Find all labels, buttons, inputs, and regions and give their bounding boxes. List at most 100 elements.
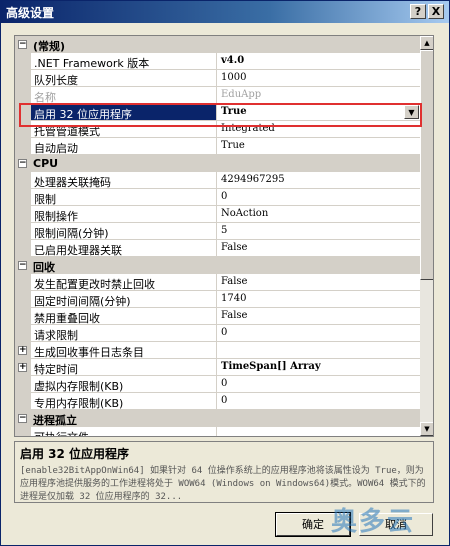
property-row[interactable]: 可执行文件 (15, 427, 420, 436)
property-row[interactable]: + 生成回收事件日志条目 (15, 342, 420, 359)
property-value[interactable]: TimeSpan[] Array (217, 359, 420, 376)
property-value[interactable]: 0 (217, 325, 420, 342)
advanced-settings-dialog: 高级设置 ? X − (常规) .NET Framework 版本 v4.0 队列长度 1… (0, 0, 450, 546)
property-value[interactable] (217, 342, 420, 359)
category-label: CPU (33, 157, 59, 170)
property-value[interactable]: 5 (217, 223, 420, 240)
vertical-scrollbar[interactable]: ▲ ▼ (420, 36, 433, 436)
property-name: 禁用重叠回收 (31, 308, 217, 325)
property-row[interactable]: 限制操作 NoAction (15, 206, 420, 223)
property-name: 队列长度 (31, 70, 217, 87)
row-gutter (15, 325, 31, 342)
property-value[interactable]: False (217, 308, 420, 325)
scroll-down-button[interactable]: ▼ (420, 422, 433, 436)
category-row[interactable]: − CPU (15, 155, 420, 172)
row-gutter (15, 172, 31, 189)
row-gutter (15, 393, 31, 410)
property-value[interactable] (217, 427, 420, 436)
description-panel: 启用 32 位应用程序 [enable32BitAppOnWin64] 如果针对… (14, 441, 434, 503)
property-name: 处理器关联掩码 (31, 172, 217, 189)
category-row[interactable]: − (常规) (15, 36, 420, 53)
expand-icon[interactable]: + (18, 363, 27, 372)
title-bar[interactable]: 高级设置 ? X (1, 1, 449, 23)
property-name: 名称 (31, 87, 217, 104)
row-gutter (15, 427, 31, 436)
property-row[interactable]: + 特定时间 TimeSpan[] Array (15, 359, 420, 376)
property-row[interactable]: 已启用处理器关联 False (15, 240, 420, 257)
collapse-icon[interactable]: − (18, 414, 27, 423)
row-gutter (15, 206, 31, 223)
property-name: 固定时间间隔(分钟) (31, 291, 217, 308)
property-grid[interactable]: − (常规) .NET Framework 版本 v4.0 队列长度 1000 名称 EduA… (14, 35, 434, 437)
property-row[interactable]: 请求限制 0 (15, 325, 420, 342)
property-row[interactable]: 名称 EduApp (15, 87, 420, 104)
property-row[interactable]: 队列长度 1000 (15, 70, 420, 87)
watermark-logo: 奥多云 (331, 507, 416, 537)
row-gutter: + (15, 359, 31, 376)
property-name: 自动启动 (31, 138, 217, 155)
property-row[interactable]: 虚拟内存限制(KB) 0 (15, 376, 420, 393)
close-button[interactable]: X (428, 4, 444, 19)
property-row[interactable]: 自动启动 True (15, 138, 420, 155)
row-gutter (15, 376, 31, 393)
category-row[interactable]: − 进程孤立 (15, 410, 420, 427)
property-value[interactable]: NoAction (217, 206, 420, 223)
property-value[interactable]: 0 (217, 376, 420, 393)
row-gutter (15, 70, 31, 87)
property-value[interactable]: False (217, 274, 420, 291)
property-name: 专用内存限制(KB) (31, 393, 217, 410)
row-gutter (15, 240, 31, 257)
description-text: [enable32BitAppOnWin64] 如果针对 64 位操作系统上的应… (20, 466, 426, 502)
row-gutter: + (15, 342, 31, 359)
property-row[interactable]: 禁用重叠回收 False (15, 308, 420, 325)
property-row[interactable]: 发生配置更改时禁止回收 False (15, 274, 420, 291)
property-value[interactable]: True (217, 138, 420, 155)
row-gutter (15, 53, 31, 70)
property-value[interactable]: 0 (217, 189, 420, 206)
property-name: 限制 (31, 189, 217, 206)
property-name: 特定时间 (31, 359, 217, 376)
row-gutter (15, 189, 31, 206)
collapse-icon[interactable]: − (18, 159, 27, 168)
row-gutter (15, 223, 31, 240)
property-name: .NET Framework 版本 (31, 53, 217, 70)
help-button[interactable]: ? (410, 4, 426, 19)
expand-icon[interactable]: + (18, 346, 27, 355)
scroll-up-button[interactable]: ▲ (420, 36, 433, 50)
property-value[interactable]: 0 (217, 393, 420, 410)
property-row[interactable]: 限制 0 (15, 189, 420, 206)
property-row[interactable]: .NET Framework 版本 v4.0 (15, 53, 420, 70)
row-gutter (15, 291, 31, 308)
property-value[interactable]: 1740 (217, 291, 420, 308)
property-value[interactable]: 4294967295 (217, 172, 420, 189)
property-row[interactable]: 限制间隔(分钟) 5 (15, 223, 420, 240)
property-value[interactable]: EduApp (217, 87, 420, 104)
category-row[interactable]: − 回收 (15, 257, 420, 274)
property-name: 限制操作 (31, 206, 217, 223)
property-name: 已启用处理器关联 (31, 240, 217, 257)
property-value[interactable]: v4.0 (217, 53, 420, 70)
property-name: 发生配置更改时禁止回收 (31, 274, 217, 291)
description-title: 启用 32 位应用程序 (20, 447, 130, 461)
selection-highlight-box (19, 103, 422, 127)
collapse-icon[interactable]: − (18, 40, 27, 49)
category-label: (常规) (33, 40, 66, 53)
category-label: 进程孤立 (33, 414, 77, 427)
property-name: 请求限制 (31, 325, 217, 342)
property-row[interactable]: 专用内存限制(KB) 0 (15, 393, 420, 410)
property-name: 限制间隔(分钟) (31, 223, 217, 240)
scroll-thumb[interactable] (420, 50, 433, 280)
collapse-icon[interactable]: − (18, 261, 27, 270)
category-label: 回收 (33, 261, 55, 274)
property-name: 生成回收事件日志条目 (31, 342, 217, 359)
property-name: 可执行文件 (31, 427, 217, 436)
property-row[interactable]: 处理器关联掩码 4294967295 (15, 172, 420, 189)
property-value[interactable]: 1000 (217, 70, 420, 87)
property-value[interactable]: False (217, 240, 420, 257)
row-gutter (15, 87, 31, 104)
row-gutter (15, 274, 31, 291)
row-gutter (15, 308, 31, 325)
row-gutter (15, 138, 31, 155)
dialog-title: 高级设置 (6, 6, 55, 20)
property-row[interactable]: 固定时间间隔(分钟) 1740 (15, 291, 420, 308)
